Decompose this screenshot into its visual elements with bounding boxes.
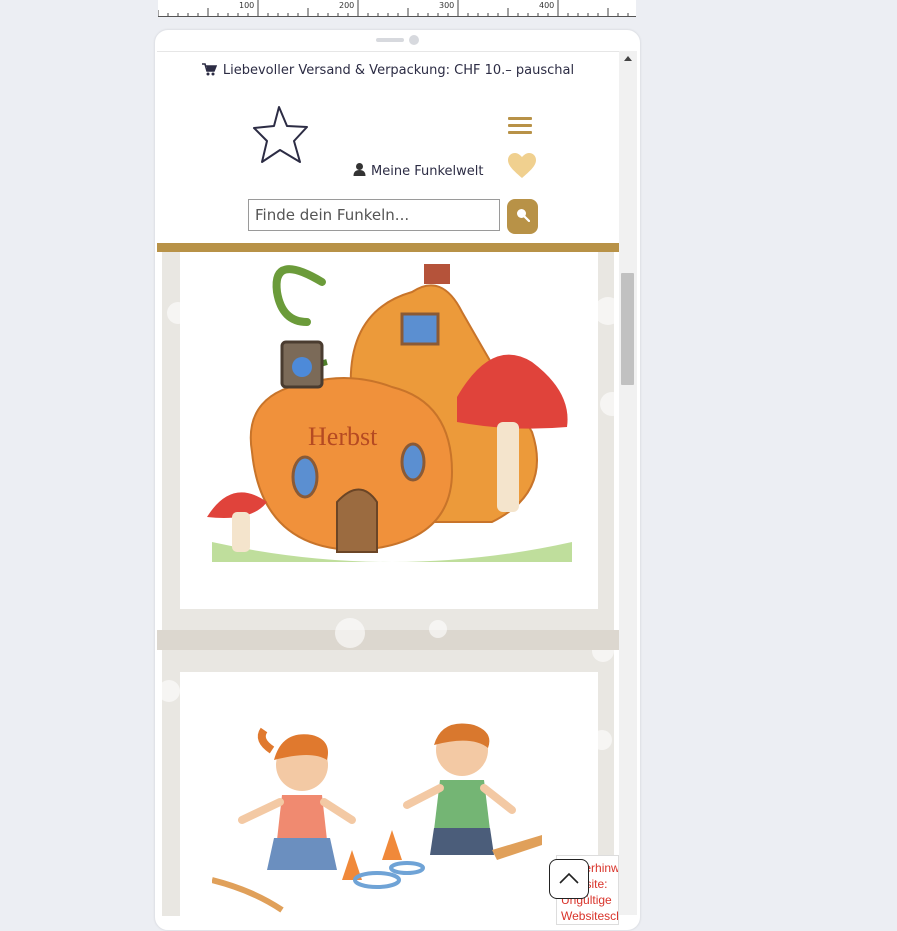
pumpkin-lettering: Herbst [308,422,378,451]
account-link[interactable]: Meine Funkelwelt [353,162,483,180]
bubble [600,392,614,416]
ruler-label-200: 200 [339,1,355,10]
ruler: 100 200 300 400 [158,0,636,17]
hamburger-icon[interactable] [508,117,532,137]
children-play-illustration [212,723,542,913]
chevron-up-icon [558,870,580,889]
autumn-house-illustration: Herbst [207,264,572,562]
scroll-up-arrow-icon[interactable] [624,56,632,61]
bubble [429,620,447,638]
ruler-label-100: 100 [239,1,255,10]
cart-icon [201,63,218,81]
account-label: Meine Funkelwelt [371,163,484,179]
card-spacer [157,618,619,650]
bubble [167,302,189,324]
bubble [335,618,365,648]
shipping-notice: Liebevoller Versand & Verpackung: CHF 10… [157,63,619,81]
bubble [592,650,614,662]
bubble [592,730,612,750]
page-scrollbar[interactable] [619,51,637,915]
back-to-top-button[interactable] [549,859,589,899]
search-button[interactable] [507,199,538,234]
shipping-notice-text: Liebevoller Versand & Verpackung: CHF 10… [222,63,575,78]
header-divider [157,243,619,252]
bubble [162,680,180,702]
search-icon [516,207,530,226]
bubble [594,297,614,325]
device-camera [409,35,419,45]
search-input[interactable] [248,199,500,231]
star-icon[interactable] [252,104,312,166]
product-card-autumn[interactable]: Herbst [162,252,614,630]
device-topbar [155,30,640,52]
scroll-thumb[interactable] [621,273,634,385]
ruler-label-400: 400 [539,1,555,10]
page-viewport: Liebevoller Versand & Verpackung: CHF 10… [157,51,619,916]
product-card-play[interactable] [162,650,614,916]
ruler-label-300: 300 [439,1,455,10]
device-speaker [376,38,404,42]
heart-icon[interactable] [508,153,536,179]
ruler-ticks [158,0,629,16]
user-icon [353,162,366,180]
